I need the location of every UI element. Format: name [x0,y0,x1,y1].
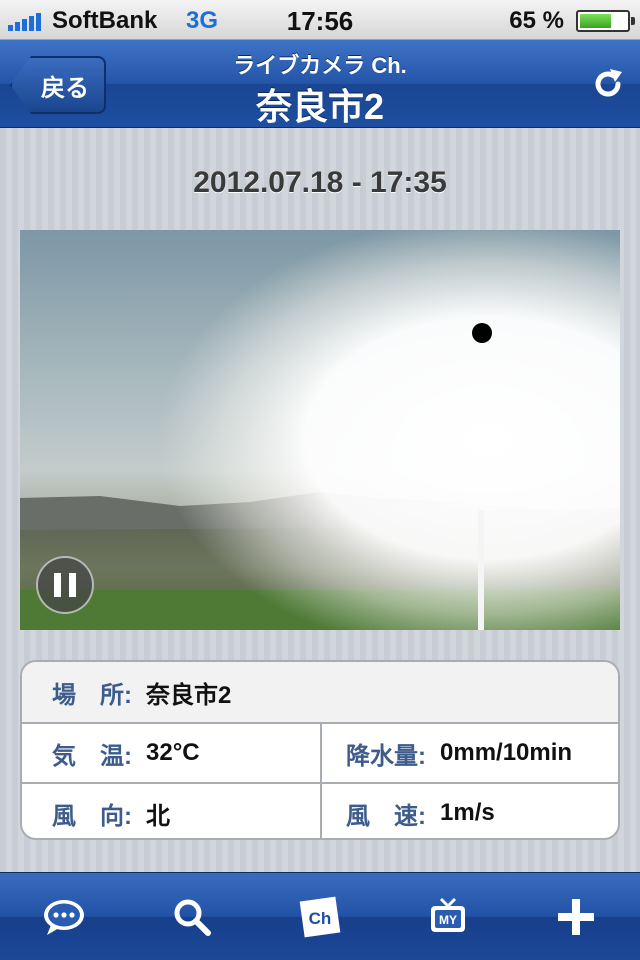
precipitation-value: 0mm/10min [440,739,573,766]
pause-button[interactable] [36,556,94,614]
wind-direction-value: 北 [146,802,170,830]
info-row-location: 場 所: 奈良市2 [22,662,618,722]
temperature-value: 32°C [146,739,200,766]
precipitation-label: 降水量: [346,742,426,770]
wind-direction-label: 風 向: [52,802,132,830]
tab-my-tv[interactable]: MY [423,892,473,942]
page-title: 奈良市2 [255,86,385,127]
tab-bar: Ch MY [0,872,640,960]
tab-chat[interactable] [39,892,89,942]
battery-percent: 65 % [509,7,564,34]
location-value: 奈良市2 [146,681,232,709]
pause-icon [54,573,61,597]
battery-icon [576,10,635,32]
capture-timestamp: 2012.07.18 - 17:35 [193,166,447,199]
info-row-wind: 風 向: 北 風 速: 1m/s [22,782,618,838]
camera-scene [20,230,620,630]
info-row-temperature: 気 温: 32°C 降水量: 0mm/10min [22,722,618,782]
refresh-icon [595,69,622,97]
svg-text:MY: MY [439,913,457,927]
tab-channel[interactable]: Ch [295,892,345,942]
wind-speed-value: 1m/s [440,799,495,826]
temperature-label: 気 温: [52,742,132,770]
nav-subtitle: ライブカメラ Ch. [233,53,407,78]
refresh-button[interactable] [588,64,628,104]
live-camera-image [20,230,620,630]
weather-info-table: 場 所: 奈良市2 気 温: 32°C 降水量: 0mm/10min 風 向: … [20,660,620,840]
location-label: 場 所: [52,681,132,709]
add-icon [558,898,594,935]
status-bar: SoftBank 3G 17:56 65 % [0,0,640,40]
wind-speed-label: 風 速: [346,802,426,830]
my-tv-icon: MY [431,897,465,932]
navigation-bar: 戻る ライブカメラ Ch. 奈良市2 [0,40,640,128]
svg-text:Ch: Ch [309,909,332,928]
chat-icon [44,899,84,935]
tab-add[interactable] [551,892,601,942]
search-icon [174,899,211,936]
tab-search[interactable] [167,892,217,942]
channel-icon: Ch [299,896,341,937]
